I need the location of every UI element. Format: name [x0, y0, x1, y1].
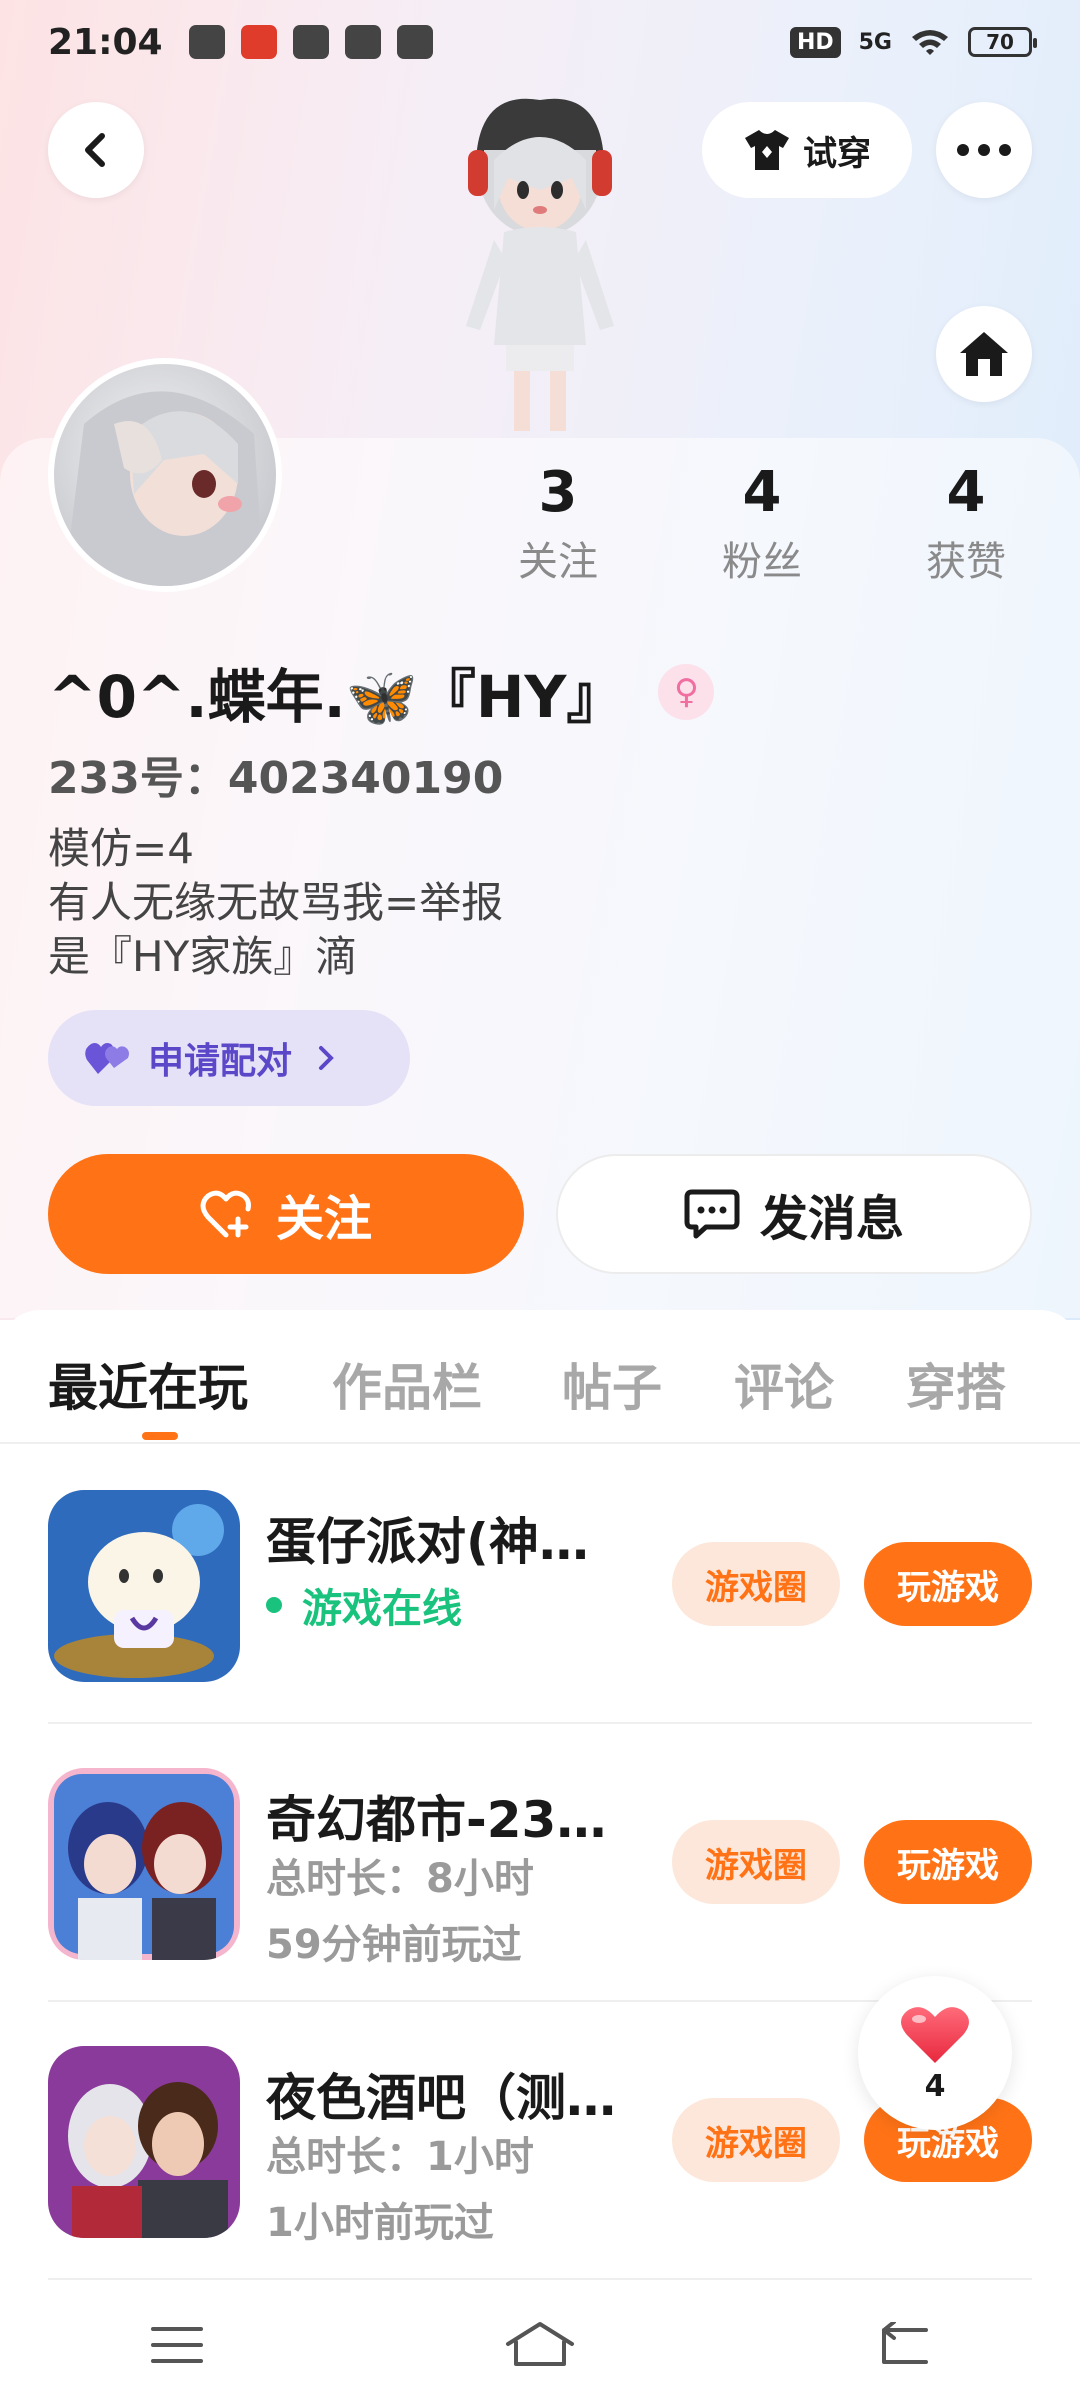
menu-icon[interactable] — [150, 2323, 204, 2367]
like-count: 4 — [924, 2068, 946, 2104]
avatar[interactable] — [48, 358, 282, 592]
bio-line: 有人无缘无故骂我=举报 — [48, 878, 504, 927]
wechat-icon — [292, 25, 329, 59]
game-online-status: 游戏在线 — [266, 1576, 462, 1634]
play-game-button[interactable]: 玩游戏 — [864, 1820, 1032, 1904]
game-last-played: 1小时前玩过 — [266, 2200, 494, 2246]
tab-recently-played[interactable]: 最近在玩 — [48, 1348, 248, 1420]
send-message-label: 发消息 — [759, 1191, 904, 1247]
home-nav-icon[interactable] — [504, 2320, 576, 2370]
bio: 模仿=4 有人无缘无故骂我=举报 是『HY家族』滴 — [48, 822, 503, 984]
bio-line: 模仿=4 — [48, 824, 194, 873]
stat-following-value: 3 — [538, 460, 578, 525]
send-message-button[interactable]: 发消息 — [556, 1154, 1032, 1274]
game-circle-button[interactable]: 游戏圈 — [672, 2098, 840, 2182]
nickname: ^0^.蝶年.🦋『HY』 ♀ — [48, 650, 715, 734]
tab-outfits[interactable]: 穿搭 — [906, 1348, 1006, 1420]
stat-likes-label: 获赞 — [926, 539, 1006, 585]
back-nav-icon[interactable] — [876, 2322, 930, 2368]
like-float-button[interactable]: 4 — [858, 1976, 1012, 2130]
game-title: 蛋仔派对(神… — [266, 1513, 589, 1571]
home-button[interactable] — [936, 306, 1032, 402]
follow-label: 关注 — [275, 1191, 372, 1247]
shirt-icon — [745, 130, 789, 170]
crown-icon — [344, 25, 381, 59]
tab-works[interactable]: 作品栏 — [332, 1348, 482, 1420]
avatar-3d-figure[interactable] — [420, 90, 660, 440]
status-right: HD 5G 70 — [789, 26, 1037, 58]
home-icon — [960, 332, 1008, 376]
status-bar: 21:04 HD 5G 70 — [0, 0, 1080, 84]
avatar-image — [64, 391, 264, 586]
stat-likes-value: 4 — [946, 460, 986, 525]
apply-pair-label: 申请配对 — [148, 1041, 293, 1082]
battery-icon: 70 — [968, 27, 1037, 57]
stat-fans-label: 粉丝 — [722, 539, 802, 585]
online-dot-icon — [266, 1597, 282, 1613]
game-icon-night-bar — [48, 2046, 240, 2238]
try-on-label: 试穿 — [803, 133, 871, 174]
list-item[interactable]: 奇幻都市-23… 总时长：8小时 59分钟前玩过 游戏圈 玩游戏 — [48, 1724, 1032, 2002]
game-last-played: 59分钟前玩过 — [266, 1922, 522, 1968]
female-gender-icon: ♀ — [658, 664, 715, 720]
chat-bubble-icon — [684, 1189, 740, 1239]
video-icon — [396, 25, 433, 59]
try-on-button[interactable]: 试穿 — [702, 102, 912, 198]
list-item[interactable]: 蛋仔派对(神… 游戏在线 游戏圈 玩游戏 — [48, 1446, 1032, 1724]
pair-hearts-icon — [85, 1043, 129, 1074]
game-icon-fantasy-city — [48, 1768, 240, 1960]
follow-button[interactable]: 关注 — [48, 1154, 524, 1274]
profile-tabs: 最近在玩 作品栏 帖子 评论 穿搭 — [0, 1310, 1080, 1444]
game-icon-eggy-party — [48, 1490, 240, 1682]
game-total-time: 总时长：1小时 — [266, 2134, 534, 2180]
nickname-text: ^0^.蝶年.🦋『HY』 — [48, 663, 625, 731]
bio-line: 是『HY家族』滴 — [48, 932, 358, 981]
stat-following-label: 关注 — [518, 539, 598, 585]
game-online-label: 游戏在线 — [302, 1586, 462, 1632]
user-id[interactable]: 233号：402340190 — [48, 742, 503, 806]
stat-likes[interactable]: 4 获赞 — [876, 454, 1056, 592]
more-button[interactable] — [936, 102, 1032, 198]
heart-icon — [901, 2006, 969, 2063]
chevron-left-icon — [85, 133, 105, 167]
game-total-time: 总时长：8小时 — [266, 1856, 534, 1902]
signal-icon: 5G — [858, 29, 892, 55]
stat-following[interactable]: 3 关注 — [468, 454, 648, 592]
stat-fans[interactable]: 4 粉丝 — [672, 454, 852, 592]
hd-icon: HD — [789, 26, 841, 58]
app-notification-icon — [188, 25, 225, 59]
notification-icons — [188, 25, 433, 59]
active-tab-indicator — [142, 1432, 178, 1440]
more-dots-icon — [957, 144, 1011, 156]
game-circle-button[interactable]: 游戏圈 — [672, 1820, 840, 1904]
play-game-button[interactable]: 玩游戏 — [864, 1542, 1032, 1626]
apply-pair-button[interactable]: 申请配对 — [48, 1010, 410, 1106]
back-button[interactable] — [48, 102, 144, 198]
tab-posts[interactable]: 帖子 — [562, 1348, 662, 1420]
stat-fans-value: 4 — [742, 460, 782, 525]
tab-comments[interactable]: 评论 — [734, 1348, 834, 1420]
game-title: 奇幻都市-23… — [266, 1791, 607, 1849]
wifi-icon — [912, 30, 948, 55]
heart-plus-icon — [200, 1190, 251, 1238]
status-time: 21:04 — [48, 21, 163, 63]
game-title: 夜色酒吧（测… — [266, 2069, 616, 2127]
game-circle-button[interactable]: 游戏圈 — [672, 1542, 840, 1626]
shop-notification-icon — [240, 25, 277, 59]
system-nav-bar — [0, 2282, 1080, 2408]
chevron-right-icon — [319, 1046, 334, 1070]
